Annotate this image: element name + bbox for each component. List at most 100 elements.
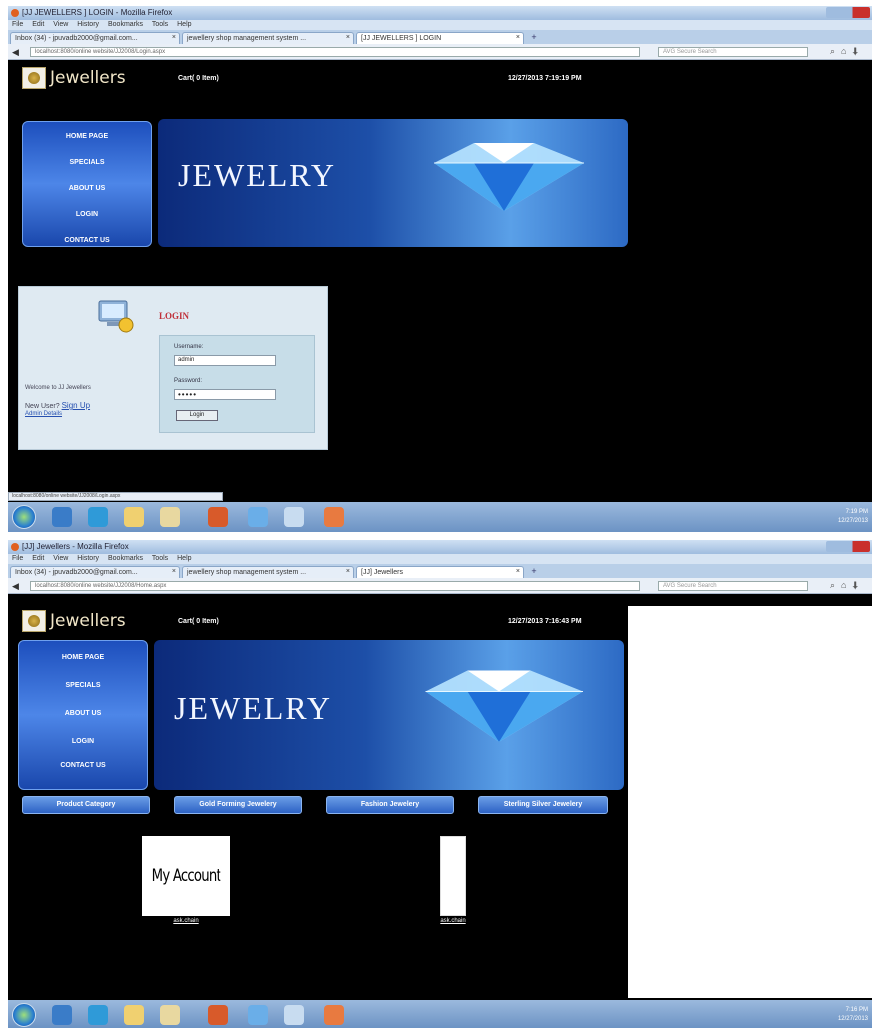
- url-bar[interactable]: localhost:8080/online website/JJ2008/Hom…: [30, 581, 640, 591]
- login-panel: LOGIN Welcome to JJ Jewellers New User? …: [18, 286, 328, 450]
- password-field[interactable]: •••••: [174, 389, 276, 400]
- menu-edit[interactable]: Edit: [32, 555, 44, 562]
- taskbar: 7:19 PM 12/27/2013: [8, 502, 872, 532]
- app-icon[interactable]: [160, 1005, 180, 1025]
- product-card[interactable]: ask.chain: [428, 836, 478, 924]
- start-button[interactable]: [12, 1003, 36, 1027]
- media-player-icon[interactable]: [88, 507, 108, 527]
- tab-project[interactable]: jewellery shop management system ... ×: [182, 32, 354, 44]
- product-image[interactable]: My Account: [142, 836, 230, 916]
- search-input[interactable]: AVG Secure Search: [658, 47, 808, 57]
- jewelry-banner: JEWELRY: [158, 119, 628, 247]
- back-icon[interactable]: ◀: [12, 581, 19, 592]
- back-icon[interactable]: ◀: [12, 47, 19, 58]
- nav-specials[interactable]: SPECIALS: [23, 156, 151, 182]
- menu-bar: File Edit View History Bookmarks Tools H…: [8, 554, 872, 564]
- start-button[interactable]: [12, 505, 36, 529]
- tab-inbox[interactable]: Inbox (34) - jpuvadb2000@gmail.com... ×: [10, 566, 180, 578]
- app-icon[interactable]: [284, 1005, 304, 1025]
- ie-icon[interactable]: [52, 507, 72, 527]
- category-gold-button[interactable]: Gold Forming Jewelery: [174, 796, 302, 814]
- tab-login[interactable]: [JJ JEWELLERS ] LOGIN ×: [356, 32, 524, 44]
- folder-icon[interactable]: [124, 507, 144, 527]
- new-tab-button[interactable]: +: [528, 32, 540, 43]
- menu-help[interactable]: Help: [177, 555, 191, 562]
- nav-contact-us[interactable]: CONTACT US: [19, 759, 147, 773]
- product-link[interactable]: ask.chain: [428, 918, 478, 924]
- nav-about-us[interactable]: ABOUT US: [19, 707, 147, 735]
- app-icon[interactable]: [248, 1005, 268, 1025]
- close-icon[interactable]: ×: [346, 568, 350, 575]
- product-link[interactable]: ask.chain: [140, 918, 232, 924]
- menu-bookmarks[interactable]: Bookmarks: [108, 21, 143, 28]
- cart-status[interactable]: Cart( 0 Item): [178, 75, 219, 82]
- tab-inbox[interactable]: Inbox (34) - jpuvadb2000@gmail.com... ×: [10, 32, 180, 44]
- close-icon[interactable]: ×: [172, 34, 176, 41]
- nav-home-page[interactable]: HOME PAGE: [19, 651, 147, 679]
- username-label: Username:: [174, 344, 204, 350]
- close-icon[interactable]: ×: [172, 568, 176, 575]
- ie-icon[interactable]: [52, 1005, 72, 1025]
- welcome-text: Welcome to JJ Jewellers: [25, 385, 91, 391]
- app-icon[interactable]: [324, 507, 344, 527]
- menu-history[interactable]: History: [77, 21, 99, 28]
- menu-edit[interactable]: Edit: [32, 21, 44, 28]
- menu-history[interactable]: History: [77, 555, 99, 562]
- product-image[interactable]: [440, 836, 466, 916]
- folder-icon[interactable]: [124, 1005, 144, 1025]
- app-icon[interactable]: [160, 507, 180, 527]
- menu-help[interactable]: Help: [177, 21, 191, 28]
- close-icon[interactable]: ×: [346, 34, 350, 41]
- cart-status[interactable]: Cart( 0 Item): [178, 618, 219, 625]
- firefox-taskbar-icon[interactable]: [208, 507, 228, 527]
- system-tray-clock[interactable]: 7:16 PM 12/27/2013: [838, 1006, 868, 1024]
- new-tab-button[interactable]: +: [528, 566, 540, 577]
- url-bar[interactable]: localhost:8080/online website/JJ2008/Log…: [30, 47, 640, 57]
- menu-tools[interactable]: Tools: [152, 21, 168, 28]
- category-silver-button[interactable]: Sterling Silver Jewelery: [478, 796, 608, 814]
- nav-specials[interactable]: SPECIALS: [19, 679, 147, 707]
- web-page: Jewellers Cart( 0 Item) 12/27/2013 7:16:…: [8, 606, 628, 998]
- admin-details-link[interactable]: Admin Details: [25, 411, 62, 417]
- login-button[interactable]: Login: [176, 410, 218, 421]
- diamond-icon: [434, 143, 584, 211]
- close-icon[interactable]: ×: [516, 568, 520, 575]
- site-logo[interactable]: Jewellers: [22, 608, 126, 634]
- new-user-text: New User? Sign Up: [25, 401, 91, 410]
- tab-home[interactable]: [JJ] Jewellers ×: [356, 566, 524, 578]
- menu-bookmarks[interactable]: Bookmarks: [108, 555, 143, 562]
- signup-link[interactable]: Sign Up: [62, 401, 90, 410]
- category-fashion-button[interactable]: Fashion Jewelery: [326, 796, 454, 814]
- window-controls[interactable]: [826, 541, 870, 552]
- firefox-icon: [11, 543, 19, 551]
- nav-contact-us[interactable]: CONTACT US: [23, 234, 151, 260]
- nav-login[interactable]: LOGIN: [19, 735, 147, 759]
- app-icon[interactable]: [324, 1005, 344, 1025]
- nav-home-page[interactable]: HOME PAGE: [23, 130, 151, 156]
- media-player-icon[interactable]: [88, 1005, 108, 1025]
- site-logo[interactable]: Jewellers: [22, 65, 126, 91]
- app-icon[interactable]: [248, 507, 268, 527]
- close-icon[interactable]: ×: [516, 34, 520, 41]
- menu-tools[interactable]: Tools: [152, 555, 168, 562]
- firefox-taskbar-icon[interactable]: [208, 1005, 228, 1025]
- menu-view[interactable]: View: [53, 21, 68, 28]
- category-product-button[interactable]: Product Category: [22, 796, 150, 814]
- system-tray-clock[interactable]: 7:19 PM 12/27/2013: [838, 508, 868, 526]
- tab-project[interactable]: jewellery shop management system ... ×: [182, 566, 354, 578]
- home-screenshot: [JJ] Jewellers - Mozilla Firefox File Ed…: [8, 540, 872, 1028]
- nav-login[interactable]: LOGIN: [23, 208, 151, 234]
- product-card[interactable]: My Account ask.chain: [140, 836, 232, 924]
- app-icon[interactable]: [284, 507, 304, 527]
- username-field[interactable]: admin: [174, 355, 276, 366]
- toolbar-icons[interactable]: ⌕⌂⬇: [830, 46, 864, 57]
- nav-about-us[interactable]: ABOUT US: [23, 182, 151, 208]
- window-controls[interactable]: [826, 7, 870, 18]
- menu-file[interactable]: File: [12, 21, 23, 28]
- menu-view[interactable]: View: [53, 555, 68, 562]
- menu-file[interactable]: File: [12, 555, 23, 562]
- login-form: Username: admin Password: ••••• Login: [159, 335, 315, 433]
- taskbar: 7:16 PM 12/27/2013: [8, 1000, 872, 1028]
- search-input[interactable]: AVG Secure Search: [658, 581, 808, 591]
- toolbar-icons[interactable]: ⌕⌂⬇: [830, 580, 864, 591]
